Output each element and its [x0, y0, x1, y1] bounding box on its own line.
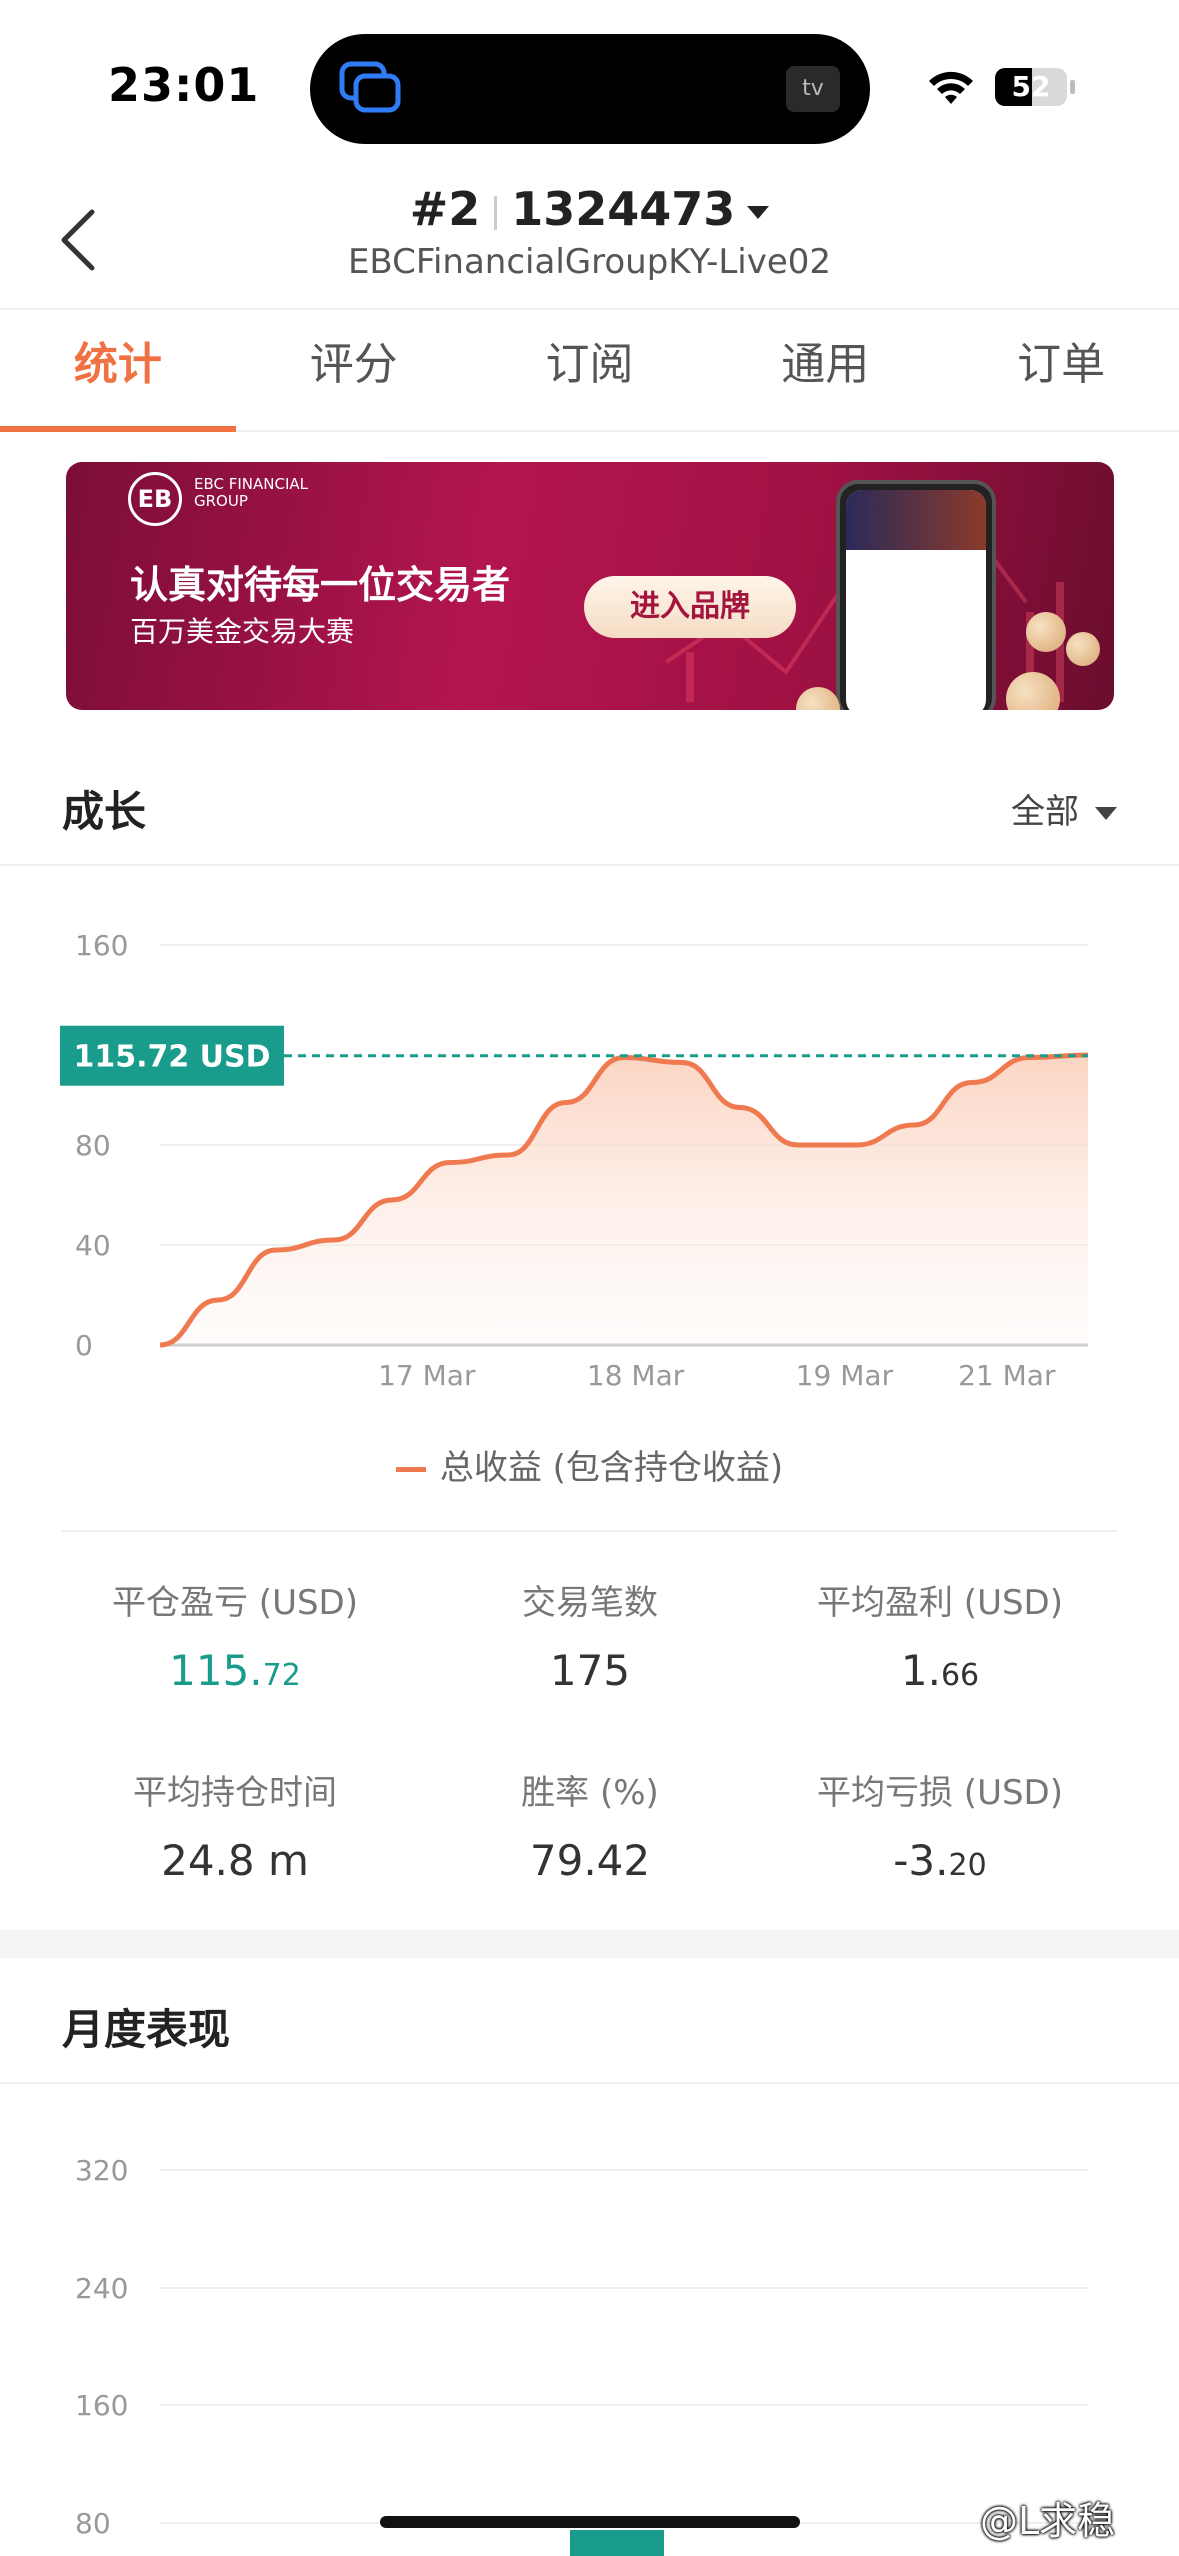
stat-item: 交易笔数 175 — [395, 1575, 785, 1695]
wifi-icon — [929, 71, 973, 104]
dynamic-island: tv — [310, 34, 870, 144]
monthly-chart: 320 240 160 80 — [75, 2154, 1088, 2556]
monthly-section-header: 月度表现 — [0, 1958, 1179, 2084]
current-value-label: 115.72 USD — [73, 1040, 270, 1075]
header: #2 1324473 EBCFinancialGroupKY-Live02 — [0, 160, 1179, 310]
y-tick-label: 160 — [75, 2389, 128, 2422]
banner-subtitle: 百万美金交易大赛 — [130, 615, 355, 648]
title-separator — [494, 195, 498, 230]
x-tick-label: 19 Mar — [796, 1359, 894, 1392]
stat-value-main: 1. — [900, 1646, 941, 1695]
x-tick-label: 18 Mar — [587, 1359, 685, 1392]
stat-value-main: 115. — [169, 1646, 263, 1695]
y-tick-label: 40 — [75, 1229, 111, 1262]
stat-value-main: -3. — [893, 1836, 949, 1885]
tab-subscribe[interactable]: 订阅 — [472, 310, 708, 430]
page: 23:01 tv 52 #2 1324473 EBCFinancialGroupK… — [0, 0, 1179, 2556]
stat-value: 115.72 — [40, 1646, 430, 1695]
promo-banner[interactable]: EB EBC FINANCIAL GROUP 认真对待每一位交易者 百万美金交易… — [66, 462, 1114, 710]
divider — [62, 1530, 1117, 1532]
stat-item: 平均持仓时间 24.8 m — [40, 1765, 430, 1885]
tab-bar: 统计 评分 订阅 通用 订单 — [0, 310, 1179, 432]
watermark: @L求稳 — [980, 2499, 1116, 2543]
stat-value: 79.42 — [395, 1836, 785, 1885]
account-selector[interactable]: #2 1324473 — [0, 182, 1179, 236]
coin-icon — [1066, 632, 1100, 666]
apple-tv-icon: tv — [786, 66, 840, 112]
account-number: 1324473 — [511, 182, 736, 236]
stat-value-main: 175 — [549, 1646, 631, 1695]
stat-item: 平均亏损 (USD) -3.20 — [745, 1765, 1135, 1885]
rank-label: #2 — [409, 182, 481, 236]
status-time: 23:01 — [108, 58, 260, 112]
range-dropdown[interactable]: 全部 — [1011, 784, 1117, 833]
phone-screen — [846, 490, 986, 710]
y-tick-label: 160 — [75, 929, 128, 962]
tab-rating[interactable]: 评分 — [236, 310, 472, 430]
growth-title: 成长 — [62, 787, 147, 836]
y-tick-label: 80 — [75, 1129, 111, 1162]
banner-logo-text: EBC FINANCIAL GROUP — [194, 475, 309, 510]
stat-label: 交易笔数 — [522, 1583, 658, 1623]
y-tick-label: 320 — [75, 2154, 128, 2187]
chart-legend: 总收益 (包含持仓收益) — [0, 1440, 1179, 1489]
stat-label: 平仓盈亏 (USD) — [112, 1583, 358, 1623]
server-name: EBCFinancialGroupKY-Live02 — [347, 242, 832, 282]
tab-statistics[interactable]: 统计 — [0, 310, 236, 432]
phone-illustration — [836, 480, 996, 710]
banner-headline: 认真对待每一位交易者 — [130, 563, 511, 607]
stat-item: 平均盈利 (USD) 1.66 — [745, 1575, 1135, 1695]
stat-value-main: 24.8 m — [161, 1836, 309, 1885]
tab-orders[interactable]: 订单 — [943, 310, 1179, 430]
stat-label: 平均持仓时间 — [133, 1773, 337, 1813]
x-tick-label: 17 Mar — [378, 1359, 476, 1392]
battery-percent: 52 — [1011, 70, 1051, 103]
legend-swatch — [395, 1467, 426, 1472]
chevron-down-icon — [1095, 807, 1117, 820]
tab-general[interactable]: 通用 — [707, 310, 943, 430]
stat-value-decimal: 20 — [948, 1848, 987, 1883]
y-tick-label: 0 — [75, 1329, 93, 1362]
growth-section-header: 成长 全部 — [0, 740, 1179, 866]
stat-value: 1.66 — [745, 1646, 1135, 1695]
y-tick-label: 240 — [75, 2272, 128, 2305]
x-tick-label: 21 Mar — [958, 1359, 1056, 1392]
section-gap — [0, 1930, 1179, 1958]
growth-chart: 160 80 40 0 17 Mar 18 Mar 19 Mar 21 Mar 115.72 … — [60, 929, 1089, 1392]
home-indicator — [380, 2516, 800, 2528]
stat-value-decimal: 66 — [940, 1658, 980, 1693]
legend-label: 总收益 (包含持仓收益) — [439, 1448, 784, 1488]
range-label: 全部 — [1011, 792, 1079, 832]
y-tick-label: 80 — [75, 2507, 111, 2540]
stat-item: 平仓盈亏 (USD) 115.72 — [40, 1575, 430, 1695]
coin-icon — [1026, 612, 1066, 652]
chevron-down-icon — [747, 206, 770, 219]
stat-label: 平均亏损 (USD) — [817, 1773, 1063, 1813]
stat-item: 胜率 (%) 79.42 — [395, 1765, 785, 1885]
current-value-tag: 115.72 USD — [60, 1025, 284, 1086]
stat-value: -3.20 — [745, 1836, 1135, 1885]
ebc-logo-icon: EB — [128, 472, 182, 526]
enter-brand-button[interactable]: 进入品牌 — [584, 576, 796, 638]
stat-label: 胜率 (%) — [521, 1773, 659, 1813]
stat-value-decimal: 72 — [262, 1658, 301, 1693]
battery-tip — [1070, 80, 1075, 94]
monthly-title: 月度表现 — [62, 2005, 231, 2054]
stat-value: 24.8 m — [40, 1836, 430, 1885]
stat-value-main: 79.42 — [529, 1836, 651, 1885]
status-bar: 23:01 tv 52 — [0, 0, 1179, 160]
stat-value: 175 — [395, 1646, 785, 1695]
phone-screen-header — [846, 490, 986, 550]
screen-mirror-icon — [339, 61, 401, 113]
stat-label: 平均盈利 (USD) — [817, 1583, 1063, 1623]
monthly-bar — [570, 2530, 664, 2556]
battery-icon: 52 — [995, 68, 1067, 106]
